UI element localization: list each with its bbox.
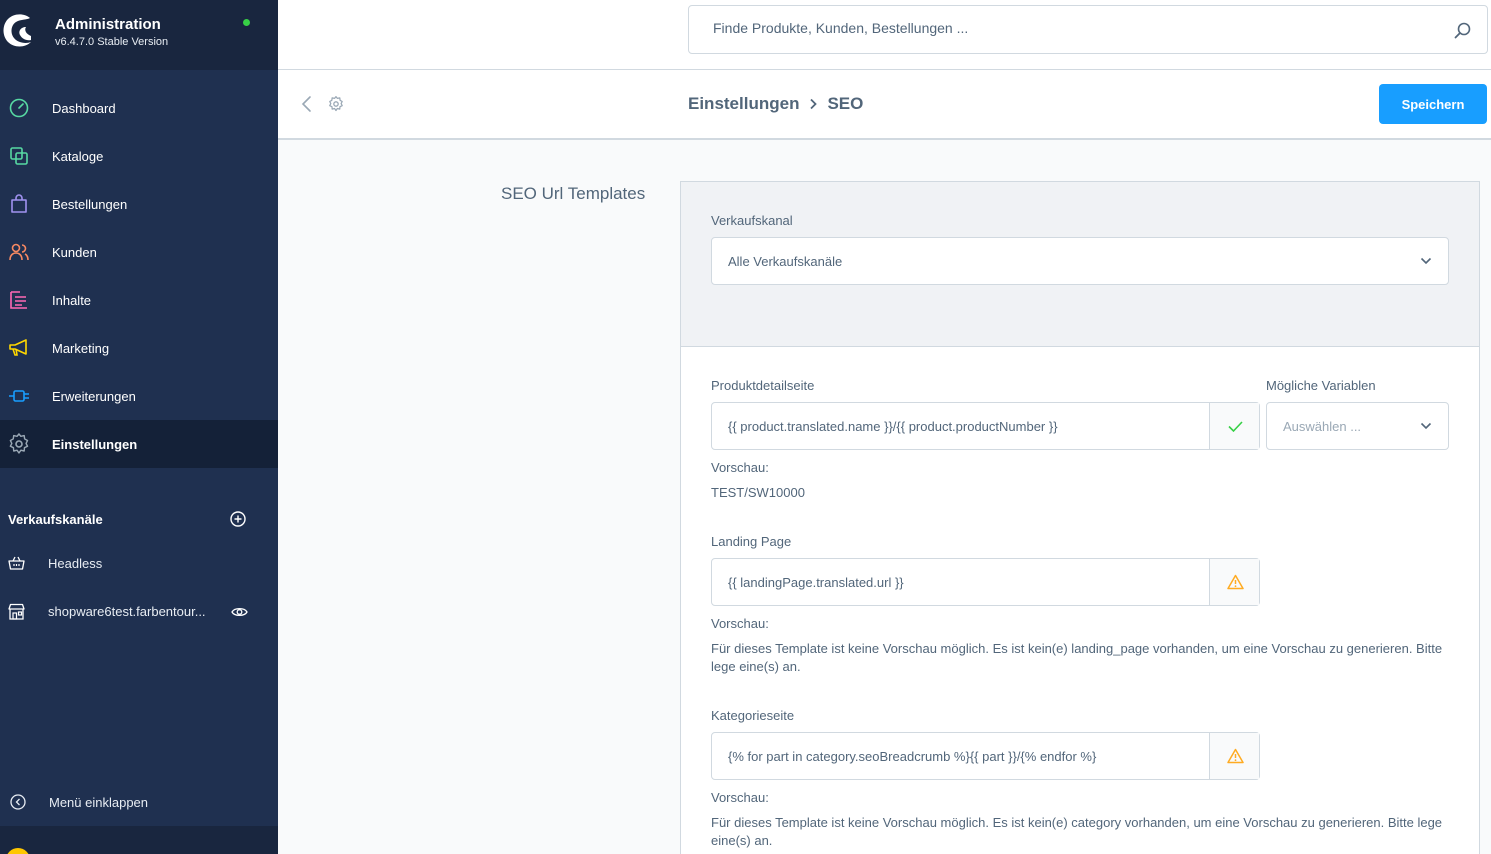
settings-icon: [9, 433, 29, 454]
search-icon[interactable]: [1454, 22, 1471, 39]
basket-icon: [8, 556, 25, 570]
nav-item-marketing[interactable]: Marketing: [0, 324, 278, 372]
content-icon: [10, 291, 27, 309]
nav-item-catalogs[interactable]: Kataloge: [0, 132, 278, 180]
nav-label: Kataloge: [52, 148, 104, 164]
template-label-category: Kategorieseite: [711, 708, 795, 723]
template-label-landing-page: Landing Page: [711, 534, 792, 549]
seo-templates-card: Verkaufskanal Alle Verkaufskanäle Produk…: [680, 181, 1480, 854]
sidebar-header: Administration v6.4.7.0 Stable Version: [0, 0, 278, 70]
template-value[interactable]: {{ product.translated.name }}/{{ product…: [728, 419, 1058, 434]
preview-text: Für dieses Template ist keine Vorschau m…: [711, 815, 1443, 848]
sidebar-footer: [0, 826, 278, 854]
variables-placeholder: Auswählen ...: [1283, 419, 1362, 434]
shopware-logo[interactable]: [0, 10, 36, 50]
section-title: SEO Url Templates: [501, 184, 646, 203]
template-field-category[interactable]: {% for part in category.seoBreadcrumb %}…: [711, 732, 1260, 780]
marketing-icon: [9, 339, 27, 356]
preview-text: TEST/SW10000: [711, 485, 805, 500]
catalog-icon: [10, 147, 28, 165]
status-indicator: [243, 19, 250, 26]
variables-label: Mögliche Variablen: [1266, 378, 1376, 393]
app-title: Administration: [55, 16, 161, 33]
nav-item-dashboard[interactable]: Dashboard: [0, 84, 278, 132]
template-value[interactable]: {% for part in category.seoBreadcrumb %}…: [728, 749, 1096, 764]
sales-channel-label: shopware6test.farbentour...: [48, 604, 206, 619]
breadcrumb: Einstellungen SEO: [688, 94, 863, 114]
nav-item-extensions[interactable]: Erweiterungen: [0, 372, 278, 420]
template-status: [1209, 733, 1259, 779]
nav-label: Erweiterungen: [52, 388, 136, 404]
template-field-product[interactable]: {{ product.translated.name }}/{{ product…: [711, 402, 1260, 450]
sales-channel-select[interactable]: Alle Verkaufskanäle: [711, 237, 1449, 285]
sales-channel-label: Verkaufskanal: [711, 213, 793, 228]
avatar[interactable]: [6, 848, 30, 854]
nav-label: Dashboard: [52, 100, 116, 116]
variables-select[interactable]: Auswählen ...: [1266, 402, 1449, 450]
breadcrumb-current: SEO: [827, 94, 864, 113]
nav-label: Inhalte: [52, 292, 92, 308]
breadcrumb-parent: Einstellungen: [688, 94, 800, 113]
nav-item-orders[interactable]: Bestellungen: [0, 180, 278, 228]
template-value[interactable]: {{ landingPage.translated.url }}: [728, 575, 904, 590]
nav-label: Einstellungen: [52, 436, 138, 452]
sales-channels-title: Verkaufskanäle: [8, 512, 103, 527]
orders-icon: [11, 194, 27, 213]
nav-item-content[interactable]: Inhalte: [0, 276, 278, 324]
add-sales-channel-icon[interactable]: [230, 511, 246, 527]
template-label-product: Produktdetailseite: [711, 378, 815, 393]
gear-icon: [329, 96, 343, 112]
preview-label: Vorschau:: [711, 790, 769, 805]
dashboard-icon: [9, 98, 29, 118]
template-status: [1209, 559, 1259, 605]
check-icon: [1228, 421, 1243, 433]
sales-channel-value: Alle Verkaufskanäle: [728, 254, 843, 269]
nav-label: Bestellungen: [52, 196, 128, 212]
search-input[interactable]: [713, 20, 1413, 36]
preview-label: Vorschau:: [711, 616, 769, 631]
sidebar: Administration v6.4.7.0 Stable Version D…: [0, 0, 278, 854]
extensions-icon: [9, 390, 29, 402]
top-bar: [278, 0, 1491, 70]
nav-item-customers[interactable]: Kunden: [0, 228, 278, 276]
sales-channel-storefront[interactable]: shopware6test.farbentour...: [0, 592, 278, 632]
chevron-right-icon: [810, 98, 818, 110]
save-button[interactable]: Speichern: [1379, 84, 1487, 124]
template-field-landing-page[interactable]: {{ landingPage.translated.url }}: [711, 558, 1260, 606]
customers-icon: [9, 243, 29, 261]
nav-label: Kunden: [52, 244, 97, 260]
nav-item-settings[interactable]: Einstellungen: [0, 420, 278, 468]
sales-channel-headless[interactable]: Headless: [0, 544, 278, 584]
preview-label: Vorschau:: [711, 460, 769, 475]
sales-channel-switch-area: Verkaufskanal Alle Verkaufskanäle: [681, 182, 1479, 347]
sales-channel-label: Headless: [48, 556, 103, 571]
smart-bar: Einstellungen SEO Speichern: [278, 70, 1491, 140]
nav-label: Marketing: [52, 340, 110, 356]
preview-text: Für dieses Template ist keine Vorschau m…: [711, 641, 1443, 674]
chevron-down-icon: [1420, 422, 1432, 430]
warning-icon: [1227, 574, 1244, 590]
eye-icon[interactable]: [231, 605, 248, 619]
chevron-down-icon: [1420, 257, 1432, 265]
global-search: [688, 5, 1488, 54]
chevron-left-icon[interactable]: [300, 95, 314, 113]
collapse-menu-label: Menü einklappen: [49, 795, 149, 810]
app-version: v6.4.7.0 Stable Version: [55, 36, 169, 48]
collapse-menu-button[interactable]: Menü einklappen: [0, 786, 278, 818]
storefront-icon: [8, 603, 25, 620]
warning-icon: [1227, 748, 1244, 764]
chevron-left-circle-icon: [10, 794, 26, 810]
template-status: [1209, 403, 1259, 449]
